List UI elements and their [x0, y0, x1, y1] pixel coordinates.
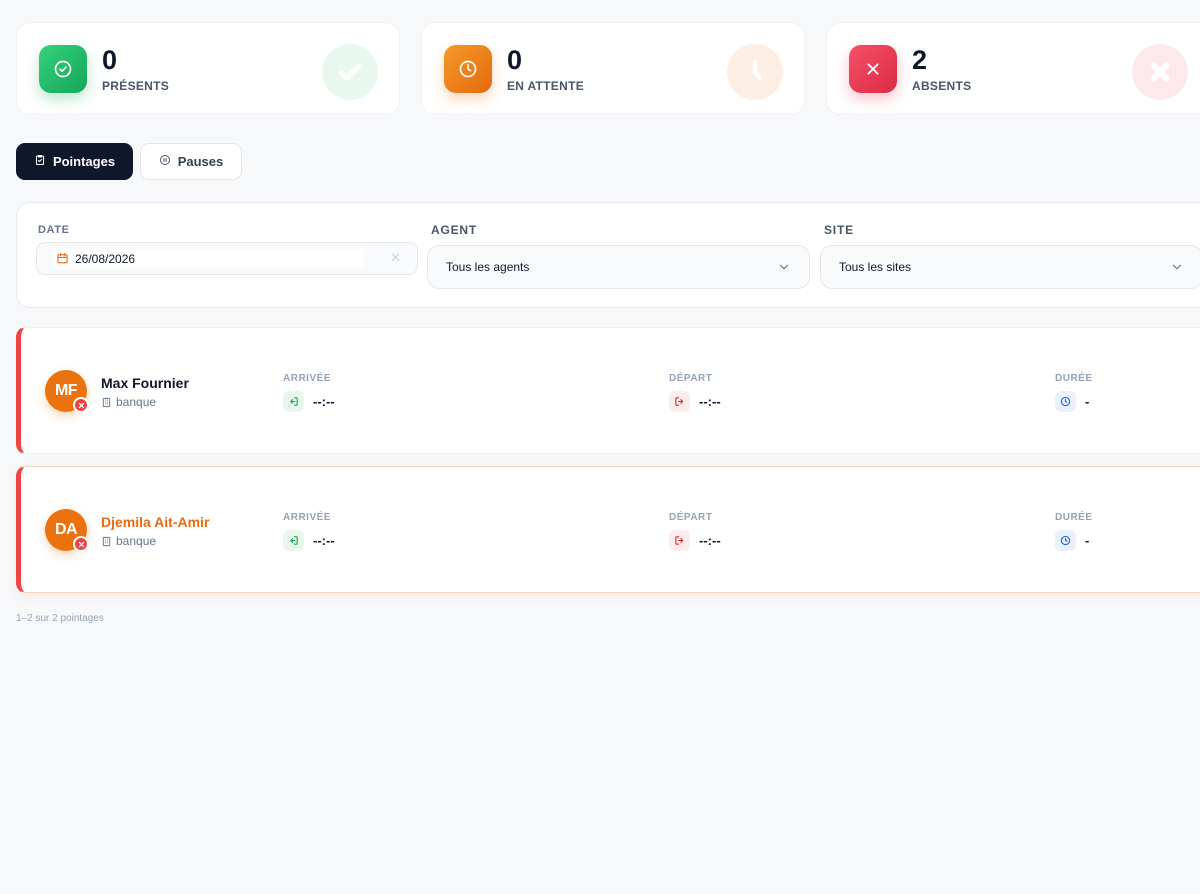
stat-card-en-attente: 0 EN ATTENTE — [421, 22, 805, 115]
agent-site: banque — [101, 534, 156, 548]
departure-label: DÉPART — [669, 512, 713, 523]
tab-pauses[interactable]: Pauses — [140, 143, 242, 180]
chevron-down-icon — [777, 260, 791, 277]
arrival-value: --:-- — [283, 391, 335, 412]
stat-value-en-attente: 0 — [507, 45, 523, 75]
site-filter-label: SITE — [824, 223, 854, 237]
departure-time: --:-- — [699, 533, 721, 548]
departure-time: --:-- — [699, 394, 721, 409]
check-circle-icon — [39, 45, 87, 93]
arrival-time: --:-- — [313, 533, 335, 548]
clear-date-icon[interactable]: ✕ — [390, 250, 401, 266]
login-icon — [283, 530, 304, 551]
site-select-value: Tous les sites — [839, 260, 912, 274]
departure-label: DÉPART — [669, 373, 713, 384]
check-deco-icon — [322, 44, 378, 100]
duration-label: DURÉE — [1055, 373, 1093, 384]
logout-icon — [669, 391, 690, 412]
duration-value: - — [1055, 391, 1089, 412]
stat-card-presents: 0 PRÉSENTS — [16, 22, 400, 115]
clock-icon — [444, 45, 492, 93]
arrival-label: ARRIVÉE — [283, 512, 331, 523]
stat-value-presents: 0 — [102, 45, 118, 75]
date-filter-label: DATE — [38, 224, 70, 236]
arrival-label: ARRIVÉE — [283, 373, 331, 384]
tab-pointages[interactable]: Pointages — [16, 143, 133, 180]
date-field[interactable]: 26/08/2026 ✕ — [36, 242, 418, 275]
duration-text: - — [1085, 533, 1090, 548]
agent-site: banque — [101, 395, 156, 409]
agent-select[interactable]: Tous les agents — [427, 245, 810, 289]
stat-label-absents: ABSENTS — [912, 79, 972, 93]
arrival-time: --:-- — [313, 394, 335, 409]
x-deco-icon — [1132, 44, 1188, 100]
date-value: 26/08/2026 — [75, 251, 136, 266]
attendance-record[interactable]: MF Max Fournier banque ARRIVÉE --:-- DÉP… — [16, 327, 1200, 454]
absent-badge-icon — [73, 397, 89, 413]
departure-value: --:-- — [669, 391, 721, 412]
duration-label: DURÉE — [1055, 512, 1093, 523]
building-icon — [101, 397, 112, 408]
building-icon — [101, 536, 112, 547]
calendar-icon — [56, 252, 69, 265]
attendance-record[interactable]: DA Djemila Ait-Amir banque ARRIVÉE --:--… — [16, 466, 1200, 593]
clock-icon — [1055, 530, 1076, 551]
site-select[interactable]: Tous les sites — [820, 245, 1200, 289]
date-input[interactable]: 26/08/2026 — [52, 249, 364, 268]
stat-label-presents: PRÉSENTS — [102, 79, 170, 93]
pagination-count: 1–2 sur 2 pointages — [16, 613, 104, 624]
tab-pointages-label: Pointages — [52, 154, 116, 169]
agent-name: Djemila Ait-Amir — [101, 514, 210, 530]
arrival-value: --:-- — [283, 530, 335, 551]
clipboard-icon — [34, 154, 46, 169]
logout-icon — [669, 530, 690, 551]
duration-value: - — [1055, 530, 1089, 551]
tab-pauses-label: Pauses — [177, 154, 224, 169]
departure-value: --:-- — [669, 530, 721, 551]
duration-text: - — [1085, 394, 1090, 409]
agent-select-value: Tous les agents — [446, 260, 530, 274]
stat-value-absents: 2 — [912, 45, 928, 75]
agent-name: Max Fournier — [101, 375, 189, 391]
agent-site-label: banque — [116, 534, 157, 548]
stat-card-absents: 2 ABSENTS — [826, 22, 1200, 115]
pause-circle-icon — [159, 154, 171, 169]
absent-badge-icon — [73, 536, 89, 552]
x-icon — [849, 45, 897, 93]
clock-icon — [1055, 391, 1076, 412]
agent-filter-label: AGENT — [431, 223, 477, 237]
stat-label-en-attente: EN ATTENTE — [507, 79, 584, 93]
agent-site-label: banque — [116, 395, 157, 409]
stats-row: 0 PRÉSENTS 0 EN ATTENTE 2 ABSENTS — [16, 22, 1200, 115]
chevron-down-icon — [1170, 260, 1184, 277]
filters-panel: DATE 26/08/2026 ✕ AGENT Tous les agents … — [16, 202, 1200, 308]
login-icon — [283, 391, 304, 412]
clock-deco-icon — [727, 44, 783, 100]
